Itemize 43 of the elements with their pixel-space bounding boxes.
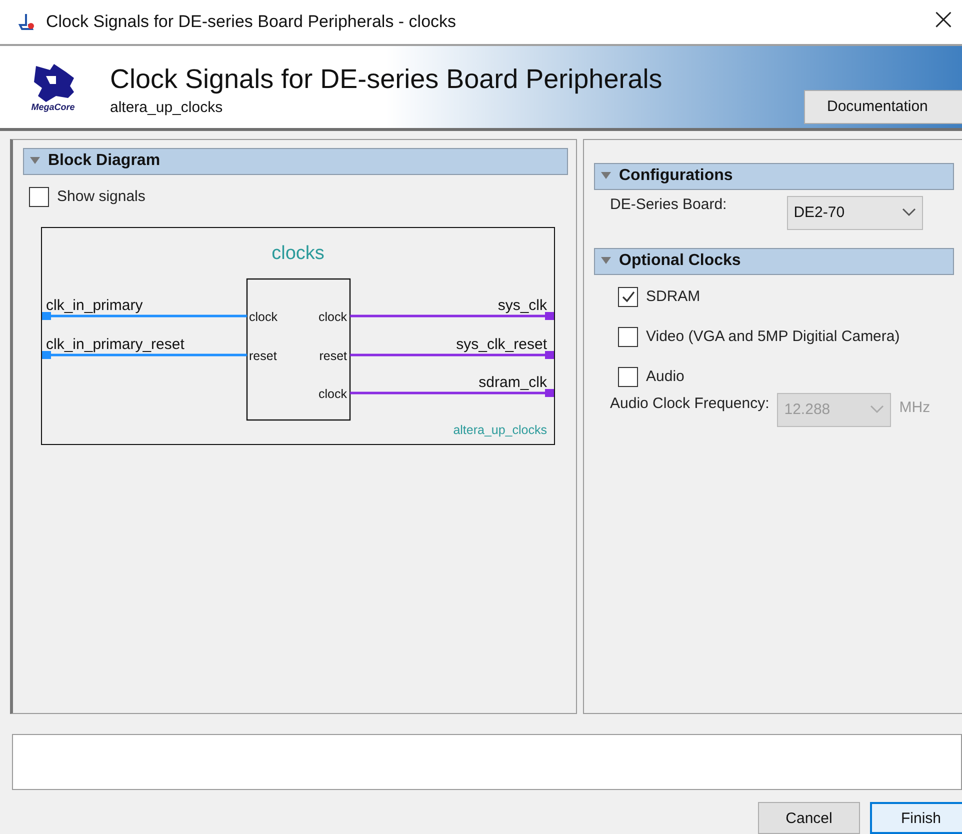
checkbox[interactable] xyxy=(29,186,49,206)
board-dropdown[interactable]: DE2-70 xyxy=(786,196,923,230)
section-header[interactable]: Configurations xyxy=(594,162,954,190)
section-header[interactable]: Optional Clocks xyxy=(594,248,954,274)
collapse-icon[interactable] xyxy=(601,257,611,265)
unit-label: MHz xyxy=(899,398,930,416)
checkbox[interactable] xyxy=(618,326,638,346)
field-label: DE-Series Board: xyxy=(610,196,727,212)
signal-label: clk_in_primary xyxy=(46,296,143,314)
section-header[interactable]: Block Diagram xyxy=(23,148,568,174)
instance-name: altera_up_clocks xyxy=(453,422,547,436)
port-label: reset xyxy=(319,348,347,362)
module-name: clocks xyxy=(272,242,324,264)
collapse-icon[interactable] xyxy=(30,157,40,165)
dialog-button[interactable]: Finish xyxy=(870,802,962,834)
header-subtitle: altera_up_clocks xyxy=(110,98,224,116)
window-title: Clock Signals for DE-series Board Peripherals - clocks xyxy=(46,12,458,32)
port-label: clock xyxy=(318,310,347,324)
close-button[interactable]: × xyxy=(930,2,962,42)
port-label: clock xyxy=(249,310,278,324)
checkbox-label: SDRAM xyxy=(646,288,700,305)
dialog-button[interactable]: Cancel xyxy=(758,802,860,834)
signal-label: sys_clk_reset xyxy=(456,336,547,352)
header-title: Clock Signals for DE-series Board Peripherals xyxy=(110,64,664,95)
checkbox[interactable] xyxy=(618,286,638,306)
logo-text: MegaCore xyxy=(31,102,75,112)
check-icon xyxy=(621,290,635,304)
signal-label: sdram_clk xyxy=(478,374,547,390)
field-label: Audio Clock Frequency: xyxy=(610,394,770,412)
port-label: clock xyxy=(318,386,347,400)
caret-icon xyxy=(870,405,884,414)
app-icon xyxy=(18,12,36,31)
signal-label: sys_clk xyxy=(498,296,547,314)
checkbox-label: Show signals xyxy=(57,188,146,205)
checkbox[interactable] xyxy=(618,366,638,386)
signal-label: clk_in_primary_reset xyxy=(46,336,184,352)
checkbox-label: Video (VGA and 5MP Digitial Camera) xyxy=(646,328,900,345)
caret-icon xyxy=(902,208,916,217)
port-label: reset xyxy=(249,348,277,362)
documentation-button[interactable]: Documentation xyxy=(804,90,962,124)
frequency-dropdown: 12.288 xyxy=(777,392,892,426)
collapse-icon[interactable] xyxy=(601,172,611,180)
checkbox-label: Audio xyxy=(646,368,684,385)
